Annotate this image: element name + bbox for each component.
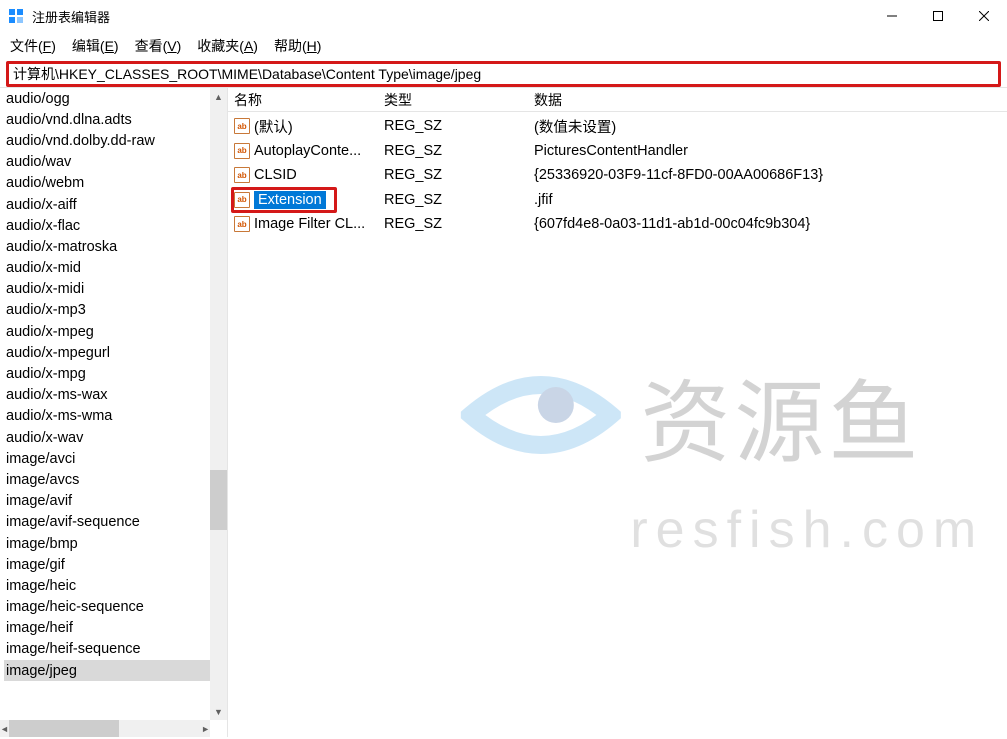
watermark-logo-icon <box>460 355 620 475</box>
scroll-track[interactable] <box>210 105 227 703</box>
tree-item[interactable]: audio/x-mp3 <box>4 300 227 321</box>
tree-item[interactable]: audio/x-ms-wma <box>4 406 227 427</box>
scroll-right-icon[interactable]: ► <box>201 720 210 737</box>
tree-item[interactable]: image/gif <box>4 554 227 575</box>
list-row[interactable]: abAutoplayConte... REG_SZPicturesContentH… <box>228 139 1007 164</box>
tree-item[interactable]: image/heic <box>4 575 227 596</box>
tree-item[interactable]: image/heif-sequence <box>4 639 227 660</box>
column-name[interactable]: 名称 <box>228 88 378 111</box>
menu-file[interactable]: 文件(F) <box>10 36 56 56</box>
scroll-down-icon[interactable]: ▼ <box>210 703 227 720</box>
tree-item[interactable]: audio/wav <box>4 152 227 173</box>
list-row[interactable]: abCLSID REG_SZ{25336920-03F9-11cf-8FD0-00… <box>228 163 1007 188</box>
watermark-text-cn: 资源鱼 <box>640 350 922 480</box>
horizontal-scrollbar[interactable]: ◄ ► <box>0 720 210 737</box>
tree-panel: audio/oggaudio/vnd.dlna.adtsaudio/vnd.do… <box>0 88 228 737</box>
column-type[interactable]: 类型 <box>378 88 528 111</box>
value-type: REG_SZ <box>378 167 528 183</box>
tree-item[interactable]: audio/ogg <box>4 88 227 109</box>
app-icon <box>8 8 24 24</box>
string-value-icon: ab <box>234 216 250 232</box>
content-area: audio/oggaudio/vnd.dlna.adtsaudio/vnd.do… <box>0 87 1007 737</box>
list-row[interactable]: abExtension REG_SZ.jfif <box>228 188 1007 213</box>
value-type: REG_SZ <box>378 192 528 208</box>
string-value-icon: ab <box>234 167 250 183</box>
list-row[interactable]: abImage Filter CL... REG_SZ{607fd4e8-0a03… <box>228 212 1007 237</box>
column-data[interactable]: 数据 <box>528 88 1007 111</box>
vertical-scrollbar[interactable]: ▲ ▼ <box>210 88 227 720</box>
value-name: Extension <box>254 191 326 209</box>
tree-item[interactable]: audio/x-mpg <box>4 363 227 384</box>
tree-item[interactable]: image/heif <box>4 618 227 639</box>
window-controls <box>869 0 1007 32</box>
tree-item[interactable]: audio/x-aiff <box>4 194 227 215</box>
value-data: PicturesContentHandler <box>528 143 1007 159</box>
string-value-icon: ab <box>234 192 250 208</box>
tree-item[interactable]: image/jpeg <box>4 660 227 681</box>
watermark-text-en: resfish.com <box>630 500 984 560</box>
window-title: 注册表编辑器 <box>32 7 869 26</box>
tree-item[interactable]: image/bmp <box>4 533 227 554</box>
close-button[interactable] <box>961 0 1007 32</box>
tree-item[interactable]: audio/x-wav <box>4 427 227 448</box>
tree-item[interactable]: image/heic-sequence <box>4 597 227 618</box>
menu-help[interactable]: 帮助(H) <box>274 36 321 56</box>
tree-item[interactable]: audio/x-midi <box>4 279 227 300</box>
scroll-up-icon[interactable]: ▲ <box>210 88 227 105</box>
hscroll-track[interactable] <box>9 720 201 737</box>
minimize-button[interactable] <box>869 0 915 32</box>
value-data: {607fd4e8-0a03-11d1-ab1d-00c04fc9b304} <box>528 216 1007 232</box>
titlebar: 注册表编辑器 <box>0 0 1007 32</box>
tree-item[interactable]: image/avci <box>4 448 227 469</box>
address-text: 计算机\HKEY_CLASSES_ROOT\MIME\Database\Cont… <box>13 64 481 84</box>
hscroll-thumb[interactable] <box>9 720 119 737</box>
value-type: REG_SZ <box>378 216 528 232</box>
tree-item[interactable]: audio/x-mid <box>4 258 227 279</box>
scroll-left-icon[interactable]: ◄ <box>0 720 9 737</box>
value-name: CLSID <box>254 167 297 183</box>
list-panel: 名称 类型 数据 ab(默认)REG_SZ(数值未设置)abAutoplayCo… <box>228 88 1007 737</box>
value-name: (默认) <box>254 116 293 137</box>
value-data: (数值未设置) <box>528 116 1007 137</box>
value-type: REG_SZ <box>378 143 528 159</box>
tree-item[interactable]: audio/x-ms-wax <box>4 385 227 406</box>
list-header: 名称 类型 数据 <box>228 88 1007 112</box>
address-bar[interactable]: 计算机\HKEY_CLASSES_ROOT\MIME\Database\Cont… <box>6 61 1001 87</box>
menu-favorites[interactable]: 收藏夹(A) <box>197 36 258 56</box>
tree-item[interactable]: audio/vnd.dlna.adts <box>4 109 227 130</box>
menubar: 文件(F) 编辑(E) 查看(V) 收藏夹(A) 帮助(H) <box>0 32 1007 59</box>
tree-item[interactable]: audio/x-mpegurl <box>4 342 227 363</box>
tree-item[interactable]: audio/x-flac <box>4 215 227 236</box>
value-name: AutoplayConte... <box>254 143 361 159</box>
tree-item[interactable]: audio/x-mpeg <box>4 321 227 342</box>
tree-list[interactable]: audio/oggaudio/vnd.dlna.adtsaudio/vnd.do… <box>0 88 227 737</box>
string-value-icon: ab <box>234 118 250 134</box>
value-type: REG_SZ <box>378 118 528 134</box>
list-row[interactable]: ab(默认) REG_SZ(数值未设置) <box>228 114 1007 139</box>
value-data: .jfif <box>528 192 1007 208</box>
tree-item[interactable]: audio/vnd.dolby.dd-raw <box>4 130 227 151</box>
tree-item[interactable]: image/avcs <box>4 469 227 490</box>
tree-item[interactable]: audio/x-matroska <box>4 236 227 257</box>
menu-view[interactable]: 查看(V) <box>135 36 182 56</box>
value-data: {25336920-03F9-11cf-8FD0-00AA00686F13} <box>528 167 1007 183</box>
tree-item[interactable]: audio/webm <box>4 173 227 194</box>
scroll-thumb[interactable] <box>210 470 227 530</box>
tree-item[interactable]: image/avif <box>4 491 227 512</box>
watermark: 资源鱼 resfish.com <box>460 350 984 560</box>
maximize-button[interactable] <box>915 0 961 32</box>
list-body: ab(默认)REG_SZ(数值未设置)abAutoplayConte...REG… <box>228 112 1007 237</box>
menu-edit[interactable]: 编辑(E) <box>72 36 119 56</box>
value-name: Image Filter CL... <box>254 216 365 232</box>
string-value-icon: ab <box>234 143 250 159</box>
tree-item[interactable]: image/avif-sequence <box>4 512 227 533</box>
